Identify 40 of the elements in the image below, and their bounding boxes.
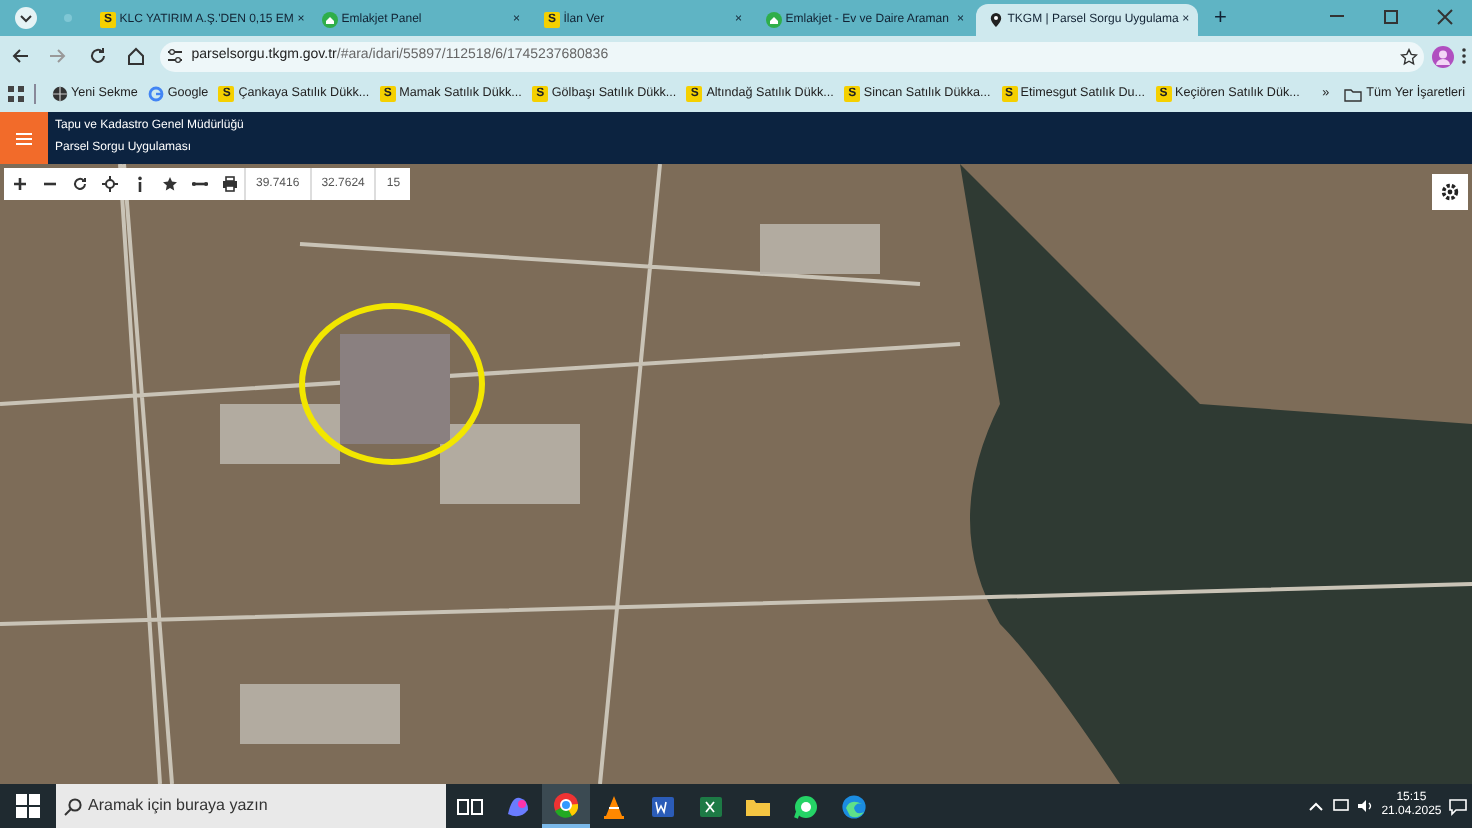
settings-icon[interactable] (1440, 182, 1460, 202)
notification-icon[interactable] (1448, 797, 1469, 815)
zoom-in-icon[interactable] (11, 176, 27, 192)
measure-line-icon[interactable] (191, 176, 207, 192)
refresh-icon[interactable] (71, 176, 87, 192)
chrome-icon (552, 791, 580, 817)
back-icon[interactable] (9, 46, 30, 66)
locate-icon[interactable] (101, 176, 117, 192)
search-icon (63, 797, 81, 815)
task-view-icon (456, 793, 484, 819)
chrome-taskbar-button[interactable] (542, 784, 590, 828)
folder-icon (1344, 87, 1363, 101)
house-icon (322, 12, 338, 28)
menu-button[interactable] (0, 112, 48, 164)
chevron-up-icon[interactable] (1308, 800, 1325, 812)
dropdown-icon[interactable] (12, 6, 40, 30)
globe-icon (51, 86, 68, 102)
traffic-cone-icon (600, 793, 628, 819)
menu-dots-icon[interactable] (1460, 46, 1469, 66)
menu-icon (16, 131, 32, 145)
apps-grid-icon[interactable] (7, 86, 23, 102)
star-icon[interactable] (161, 176, 177, 192)
print-icon[interactable] (221, 176, 237, 192)
google-icon (148, 86, 165, 102)
volume-icon[interactable] (1356, 798, 1375, 814)
copilot-icon (504, 793, 532, 819)
house-icon (766, 12, 782, 28)
taskbar-search-field[interactable]: Aramak için buraya yazın (56, 784, 446, 828)
chat-bubble-icon (792, 793, 820, 819)
word-icon (648, 793, 676, 819)
new-tab-button[interactable]: + (1214, 4, 1227, 32)
network-icon[interactable] (1331, 798, 1350, 814)
edge-icon (840, 793, 868, 819)
excel-icon (696, 793, 724, 819)
map-pin-icon (988, 12, 1004, 28)
home-icon[interactable] (126, 46, 147, 66)
reload-icon[interactable] (87, 46, 108, 66)
profile-avatar-icon[interactable] (1431, 45, 1454, 67)
site-info-icon (166, 48, 185, 64)
star-icon[interactable] (1399, 47, 1418, 65)
